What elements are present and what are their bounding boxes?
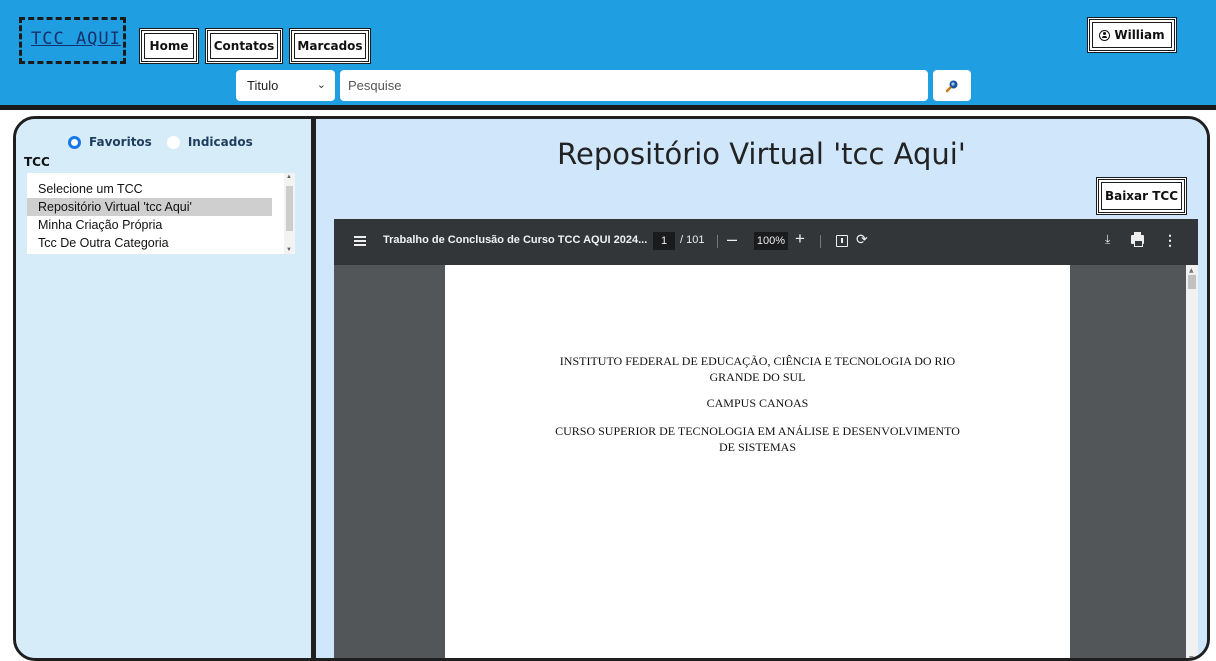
list-item[interactable]: Selecione um TCC: [27, 180, 272, 198]
fit-page-icon[interactable]: [836, 235, 848, 247]
header-border: [0, 105, 1216, 110]
list-item[interactable]: Minha Criação Própria: [27, 216, 272, 234]
main-panel: Repositório Virtual 'tcc Aqui' Baixar TC…: [316, 119, 1207, 658]
search-field-select[interactable]: Titulo ⌄: [236, 70, 335, 101]
menu-icon[interactable]: [354, 236, 366, 246]
search-input[interactable]: [340, 70, 928, 101]
toolbar-separator: [717, 235, 718, 248]
zoom-out-icon[interactable]: –: [727, 229, 737, 250]
more-options-icon[interactable]: ⋮: [1163, 232, 1177, 249]
page-number-input[interactable]: 1: [653, 232, 675, 250]
rotate-icon[interactable]: ⟳: [856, 231, 868, 248]
toolbar-separator: [820, 235, 821, 248]
scroll-down-icon[interactable]: ▼: [1189, 655, 1194, 658]
marcados-button[interactable]: Marcados: [289, 28, 371, 64]
pdf-line: INSTITUTO FEDERAL DE EDUCAÇÃO, CIÊNCIA E…: [559, 354, 956, 368]
radio-indicados-label[interactable]: Indicados: [188, 135, 253, 149]
contatos-button[interactable]: Contatos: [205, 28, 283, 64]
logo-text: TCC AQUI: [31, 29, 121, 49]
chevron-down-icon: ⌄: [316, 79, 326, 91]
tcc-list-label: TCC: [24, 155, 50, 169]
user-name: William: [1114, 28, 1165, 42]
pdf-toolbar: Trabalho de Conclusão de Curso TCC AQUI …: [334, 219, 1198, 265]
download-icon[interactable]: ⤓: [1105, 232, 1110, 247]
scrollbar-thumb[interactable]: [286, 186, 293, 231]
scrollbar-thumb[interactable]: [1188, 275, 1196, 289]
print-icon[interactable]: [1131, 232, 1144, 247]
page-title: Repositório Virtual 'tcc Aqui': [557, 137, 966, 171]
pdf-viewer: Trabalho de Conclusão de Curso TCC AQUI …: [334, 219, 1198, 658]
download-tcc-button[interactable]: Baixar TCC: [1096, 177, 1187, 215]
zoom-in-icon[interactable]: +: [795, 229, 805, 249]
listbox-scrollbar[interactable]: ▲ ▼: [284, 173, 295, 254]
user-circle-icon: [1099, 29, 1111, 41]
pdf-scrollbar[interactable]: ▲ ▼: [1186, 265, 1198, 658]
content-shell: Favoritos Indicados TCC Selecione um TCC…: [13, 116, 1210, 661]
tcc-listbox[interactable]: Selecione um TCC Repositório Virtual 'tc…: [27, 173, 295, 254]
radio-favoritos-label[interactable]: Favoritos: [89, 135, 152, 149]
pdf-page: INSTITUTO FEDERAL DE EDUCAÇÃO, CIÊNCIA E…: [445, 265, 1070, 658]
search-icon: [945, 80, 958, 92]
zoom-input[interactable]: 100%: [754, 232, 788, 250]
scroll-up-icon[interactable]: ▲: [286, 174, 292, 180]
site-logo[interactable]: TCC AQUI: [19, 17, 126, 64]
scroll-up-icon[interactable]: ▲: [1189, 267, 1194, 274]
pdf-document-title: Trabalho de Conclusão de Curso TCC AQUI …: [383, 234, 648, 246]
home-button[interactable]: Home: [139, 28, 199, 64]
filter-radio-group: Favoritos Indicados: [68, 135, 253, 149]
pdf-line: DE SISTEMAS: [718, 440, 796, 454]
search-button[interactable]: [933, 70, 971, 101]
page-total: / 101: [680, 234, 705, 246]
search-field-value: Titulo: [247, 78, 279, 93]
radio-indicados[interactable]: [166, 135, 180, 149]
pdf-line: GRANDE DO SUL: [709, 370, 806, 384]
top-navbar: TCC AQUI Home Contatos Marcados William …: [0, 0, 1216, 110]
sidebar: Favoritos Indicados TCC Selecione um TCC…: [16, 119, 311, 658]
scroll-down-icon[interactable]: ▼: [286, 247, 292, 253]
user-button[interactable]: William: [1087, 17, 1177, 53]
pdf-line: CAMPUS CANOAS: [706, 396, 809, 410]
pdf-line: CURSO SUPERIOR DE TECNOLOGIA EM ANÁLISE …: [555, 424, 960, 438]
list-item-selected[interactable]: Repositório Virtual 'tcc Aqui': [27, 198, 272, 216]
radio-favoritos[interactable]: [68, 135, 81, 149]
list-item[interactable]: Tcc De Outra Categoria: [27, 234, 272, 252]
